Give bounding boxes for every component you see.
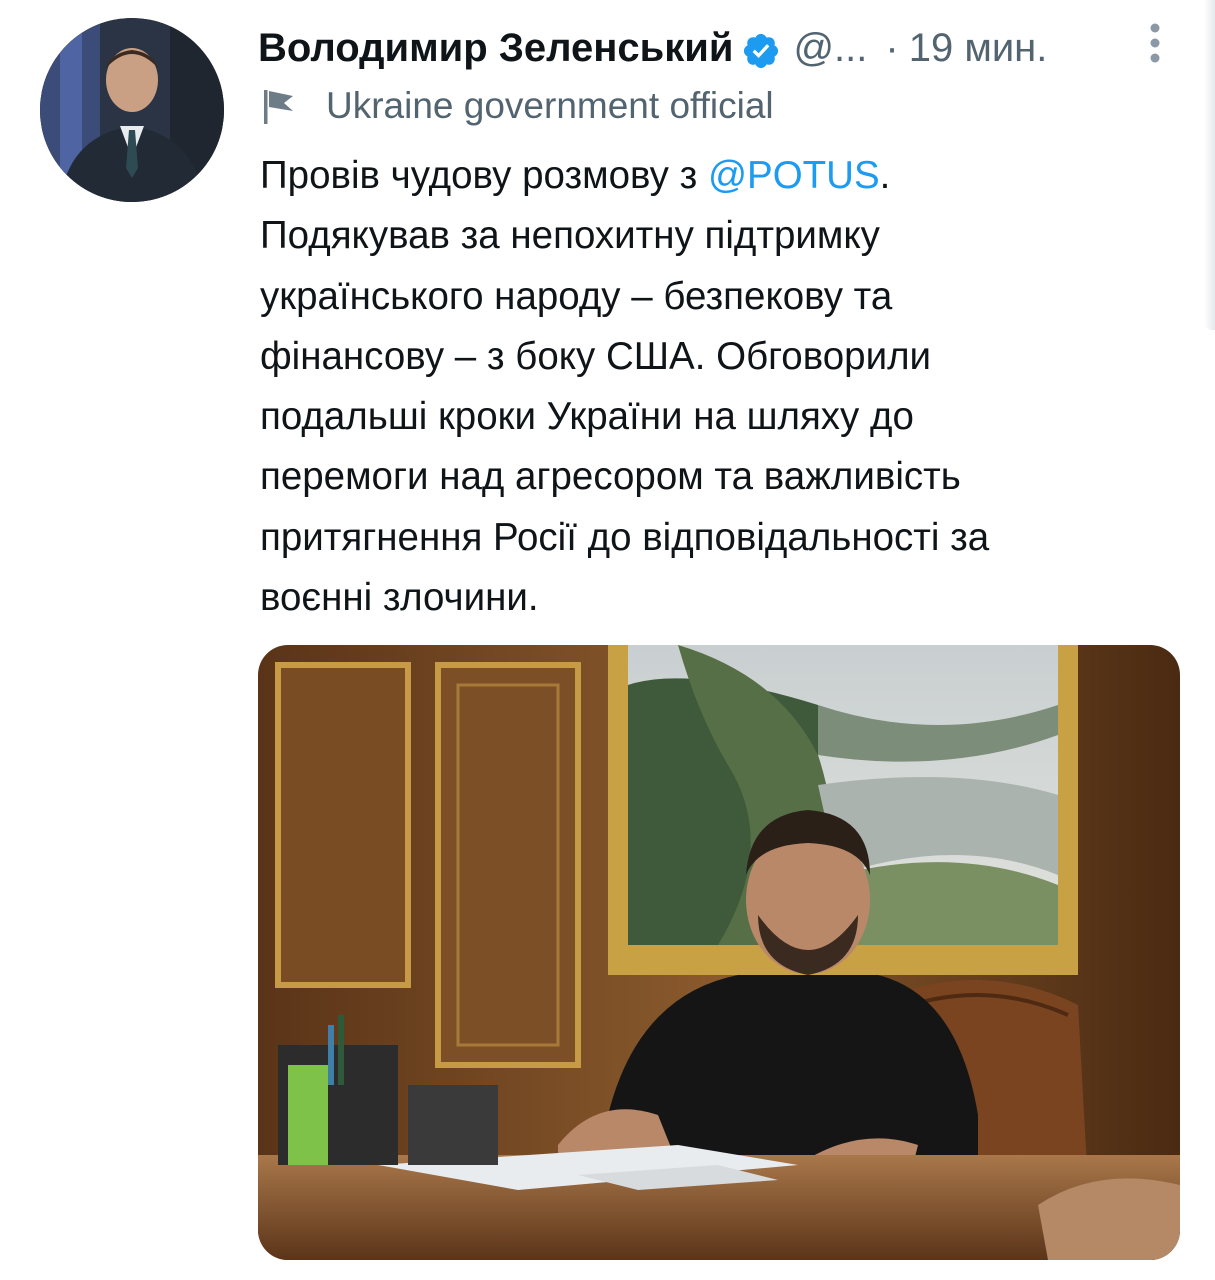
separator-dot: · (885, 26, 899, 70)
tweet-timestamp[interactable]: 19 мин. (909, 18, 1048, 78)
account-label[interactable]: Ukraine government official (262, 80, 774, 132)
account-label-text: Ukraine government official (326, 85, 774, 126)
tweet-text-segment: Провів чудову розмову з (260, 154, 708, 197)
more-vertical-icon[interactable] (1140, 20, 1170, 64)
tweet-header: Володимир Зеленський @... · 19 мин. (258, 16, 1047, 80)
tweet-text-line: воєнні злочини. (260, 576, 539, 620)
tweet-text-segment: . (879, 154, 891, 197)
tweet-text-line: Провів чудову розмову з @POTUS. (260, 146, 1180, 206)
tweet-text-line: притягнення Росії до відповідальності за (260, 515, 990, 559)
mention-link[interactable]: @POTUS (708, 154, 880, 197)
avatar-image (40, 18, 224, 202)
flag-icon (262, 86, 298, 126)
tweet-text-line: Подякував за непохитну підтримку (260, 214, 880, 258)
tweet-photo[interactable] (258, 645, 1180, 1260)
photo-office-scene (258, 645, 1180, 1260)
tweet-text-line: українського народу – безпекову та (260, 274, 893, 318)
author-display-name[interactable]: Володимир Зеленський (258, 18, 733, 78)
author-avatar[interactable] (40, 18, 224, 202)
author-handle[interactable]: @... (793, 18, 867, 78)
tweet-text: Провів чудову розмову з @POTUS. Подякува… (260, 146, 1180, 628)
tweet-card[interactable]: Володимир Зеленський @... · 19 мин. Ukra… (0, 0, 1215, 1280)
tweet-text-line: фінансову – з боку США. Обговорили (260, 334, 932, 378)
tweet-text-line: перемоги над агресором та важливість (260, 455, 961, 499)
scrollbar-edge[interactable] (1204, 0, 1215, 330)
verified-badge-icon (741, 28, 781, 69)
tweet-text-line: подальші кроки України на шляху до (260, 395, 914, 439)
